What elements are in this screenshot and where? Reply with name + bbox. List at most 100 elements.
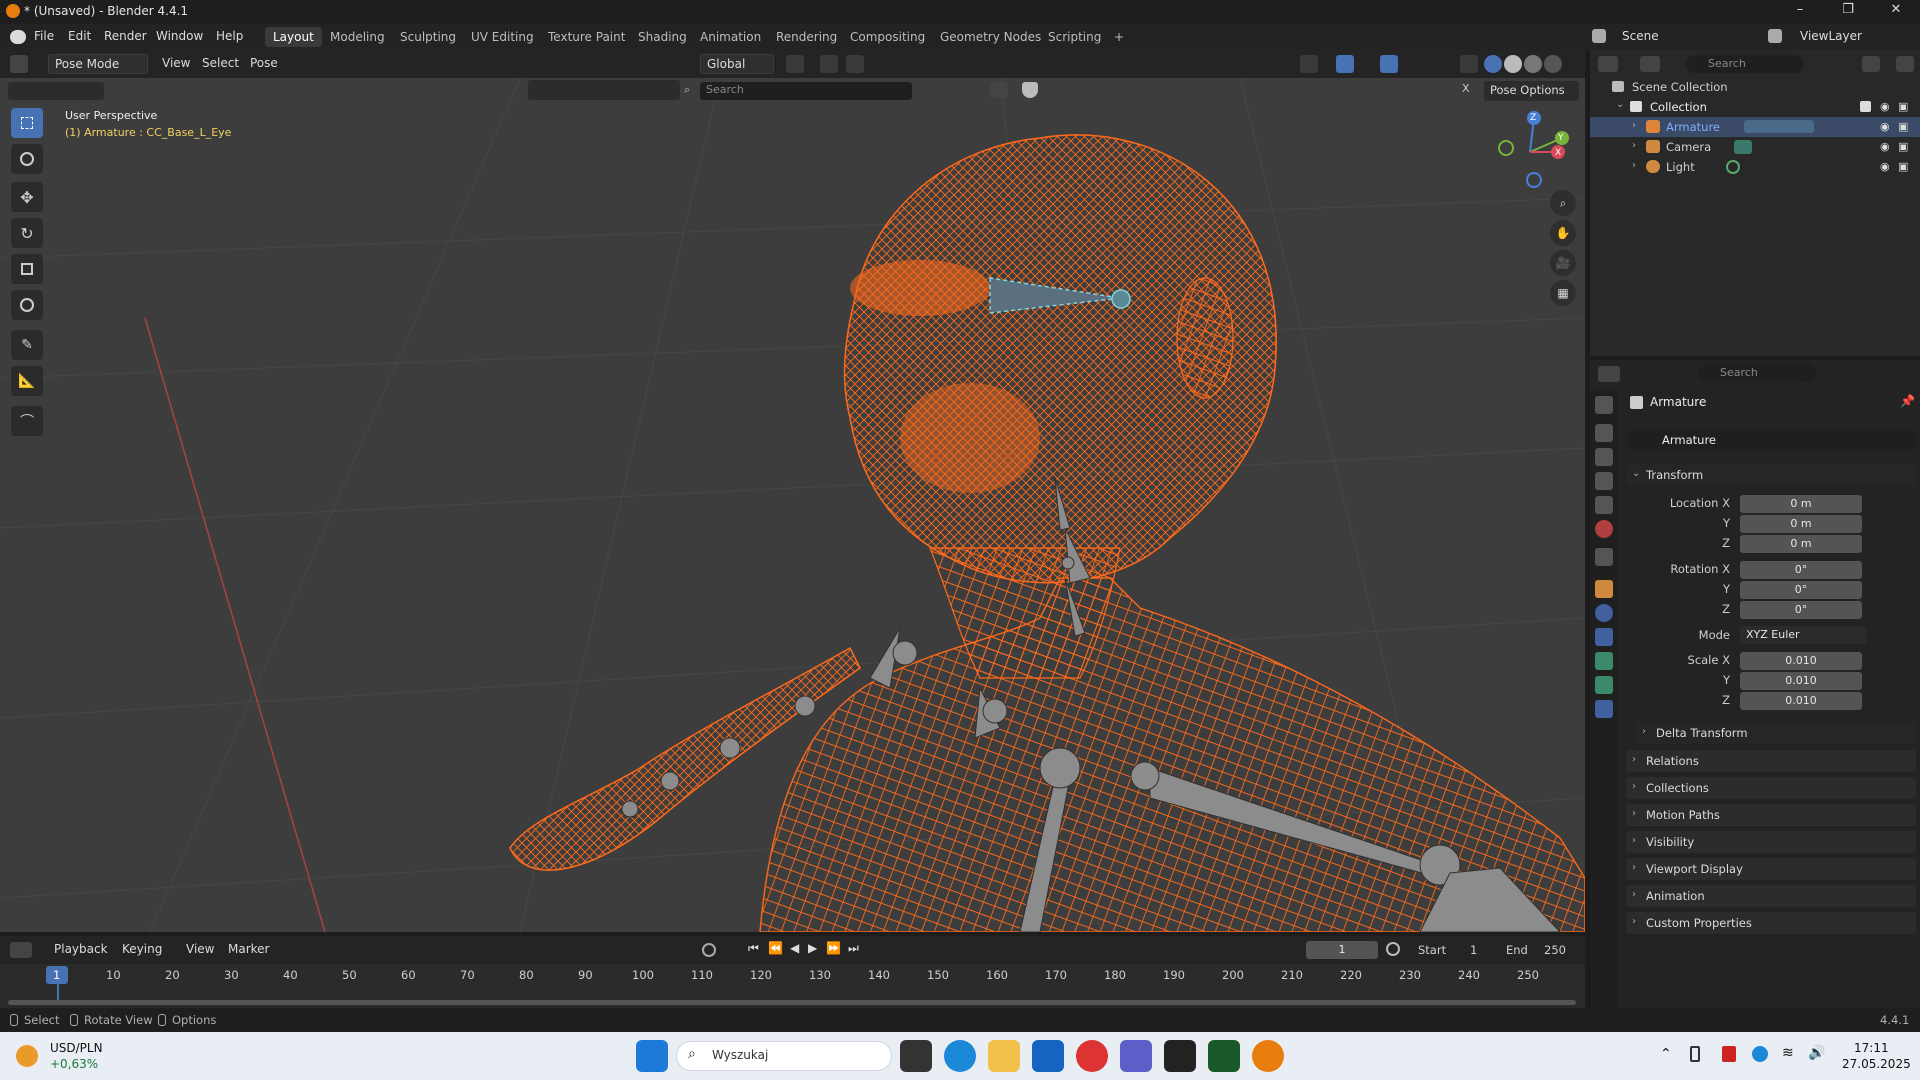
light-data-icon[interactable] — [1726, 160, 1740, 174]
select-box-tool[interactable] — [11, 108, 43, 138]
tab-scripting[interactable]: Scripting — [1040, 27, 1109, 47]
scale-tool[interactable] — [11, 254, 43, 284]
properties-editor-icon[interactable] — [1598, 366, 1620, 382]
stopwatch-icon[interactable] — [1386, 942, 1400, 956]
collection-checkbox[interactable] — [1860, 101, 1871, 112]
chevron-down-icon[interactable]: ⌄ — [1616, 99, 1624, 110]
menu-help[interactable]: Help — [216, 29, 243, 43]
camera-data-icon[interactable] — [1734, 140, 1752, 154]
measure-tool[interactable]: 📐 — [11, 366, 43, 396]
relations-panel[interactable]: › Relations — [1626, 750, 1916, 772]
location-z-field[interactable]: 0 m — [1740, 535, 1862, 553]
close-button[interactable]: ✕ — [1876, 2, 1916, 22]
chevron-right-icon[interactable]: › — [1632, 120, 1636, 131]
selection-mode-icons[interactable] — [8, 82, 104, 100]
tray-security-icon[interactable] — [1752, 1046, 1768, 1062]
location-x-field[interactable]: 0 m — [1740, 495, 1862, 513]
rotation-mode-dropdown[interactable]: XYZ Euler — [1740, 626, 1866, 644]
display-mode-icon[interactable] — [1640, 56, 1660, 72]
cursor-tool[interactable] — [11, 144, 43, 174]
orientation-dropdown[interactable]: Global — [700, 54, 774, 74]
visibility-panel[interactable]: › Visibility — [1626, 831, 1916, 853]
tab-compositing[interactable]: Compositing — [842, 27, 933, 47]
volume-icon[interactable]: 🔊 — [1808, 1045, 1825, 1061]
armature-data-icons[interactable] — [1744, 120, 1814, 133]
constraints-tab-icon[interactable] — [1595, 628, 1613, 646]
pose-options-dropdown[interactable]: Pose Options — [1484, 81, 1579, 101]
properties-search-input[interactable]: Search — [1698, 364, 1816, 382]
tray-usb-icon[interactable] — [1690, 1046, 1700, 1062]
outliner-filter-icon[interactable] — [1862, 56, 1880, 72]
viewport-search-input[interactable]: Search — [700, 82, 912, 100]
rotate-tool[interactable]: ↻ — [11, 218, 43, 248]
next-key-icon[interactable]: ⏩ — [826, 941, 841, 955]
tab-layout[interactable]: Layout — [265, 27, 322, 47]
filter-icon[interactable] — [990, 82, 1008, 98]
overlay-toggle-icon[interactable] — [1380, 55, 1398, 73]
maximize-button[interactable]: ❐ — [1828, 2, 1868, 22]
xray-toggle-icon[interactable] — [1460, 55, 1478, 73]
chevron-right-icon[interactable]: › — [1632, 140, 1636, 151]
prev-key-icon[interactable]: ⏪ — [768, 941, 783, 955]
collection-tab-icon[interactable] — [1595, 548, 1613, 566]
scale-z-field[interactable]: 0.010 — [1740, 692, 1862, 710]
rotation-z-field[interactable]: 0° — [1740, 601, 1862, 619]
menu-view[interactable]: View — [156, 54, 196, 74]
jump-start-icon[interactable]: ⏮ — [748, 941, 759, 956]
close-filter-button[interactable]: X — [1462, 82, 1470, 95]
tab-modeling[interactable]: Modeling — [322, 27, 393, 47]
object-tab-icon[interactable] — [1595, 580, 1613, 598]
play-icon[interactable]: ▶ — [808, 941, 817, 955]
taskbar-search-input[interactable] — [676, 1041, 892, 1071]
rotation-x-field[interactable]: 0° — [1740, 561, 1862, 579]
bone-tab-icon[interactable] — [1595, 676, 1613, 694]
menu-select[interactable]: Select — [196, 54, 245, 74]
view-layer-selector[interactable]: ViewLayer — [1800, 29, 1862, 43]
marker-menu[interactable]: Marker — [222, 940, 275, 960]
minimize-button[interactable]: – — [1780, 2, 1820, 22]
gizmo-toggle-icon[interactable] — [1336, 55, 1354, 73]
blender-menu-icon[interactable] — [10, 30, 26, 44]
outliner-item-light[interactable]: › Light ◉ ▣ — [1590, 157, 1920, 177]
new-collection-icon[interactable] — [1896, 56, 1914, 72]
pin-icon[interactable]: 📌 — [1900, 394, 1915, 408]
teams-icon[interactable] — [1120, 1040, 1152, 1072]
mode-dropdown[interactable]: Pose Mode — [48, 54, 148, 74]
file-explorer-icon[interactable] — [988, 1040, 1020, 1072]
tab-rendering[interactable]: Rendering — [768, 27, 845, 47]
tab-texture-paint[interactable]: Texture Paint — [540, 27, 633, 47]
scale-y-field[interactable]: 0.010 — [1740, 672, 1862, 690]
menu-file[interactable]: File — [34, 29, 54, 43]
menu-pose[interactable]: Pose — [244, 54, 284, 74]
armature-data-tab-icon[interactable] — [1595, 652, 1613, 670]
delta-transform-panel[interactable]: › Delta Transform — [1636, 722, 1916, 744]
collection-row[interactable]: ⌄ Collection ◉ ▣ — [1590, 97, 1920, 117]
object-name-field[interactable]: Armature — [1662, 433, 1716, 447]
solid-shading-icon[interactable] — [1504, 55, 1522, 73]
clock-time[interactable]: 17:11 — [1854, 1041, 1889, 1055]
outliner-item-camera[interactable]: › Camera ◉ ▣ — [1590, 137, 1920, 157]
auto-key-icon[interactable] — [702, 943, 716, 957]
timeline-scrollbar[interactable] — [8, 1000, 1576, 1005]
weather-widget-icon[interactable] — [16, 1045, 38, 1067]
tool-tab-icon[interactable] — [1595, 396, 1613, 414]
render-camera-icon[interactable]: ▣ — [1898, 160, 1908, 173]
eye-icon[interactable]: ◉ — [1880, 100, 1890, 113]
tab-animation[interactable]: Animation — [692, 27, 769, 47]
scene-selector[interactable]: Scene — [1622, 29, 1659, 43]
animation-panel[interactable]: › Animation — [1626, 885, 1916, 907]
outliner-item-armature[interactable]: › Armature ◉ ▣ — [1590, 117, 1920, 137]
tab-shading[interactable]: Shading — [630, 27, 695, 47]
menu-window[interactable]: Window — [156, 29, 203, 43]
tray-app-red-icon[interactable] — [1722, 1046, 1736, 1062]
jump-end-icon[interactable]: ⏭ — [848, 941, 859, 956]
rendered-shading-icon[interactable] — [1544, 55, 1562, 73]
snap-icon[interactable] — [820, 55, 838, 73]
editor-type-icon[interactable] — [10, 55, 28, 73]
keying-menu[interactable]: Keying — [116, 940, 168, 960]
clock-date[interactable]: 27.05.2025 — [1842, 1057, 1911, 1071]
render-camera-icon[interactable]: ▣ — [1898, 100, 1908, 113]
scene-collection-row[interactable]: Scene Collection — [1590, 77, 1920, 97]
3d-viewport[interactable]: User Perspective (1) Armature : CC_Base_… — [0, 78, 1585, 932]
proportional-edit-icon[interactable] — [846, 55, 864, 73]
